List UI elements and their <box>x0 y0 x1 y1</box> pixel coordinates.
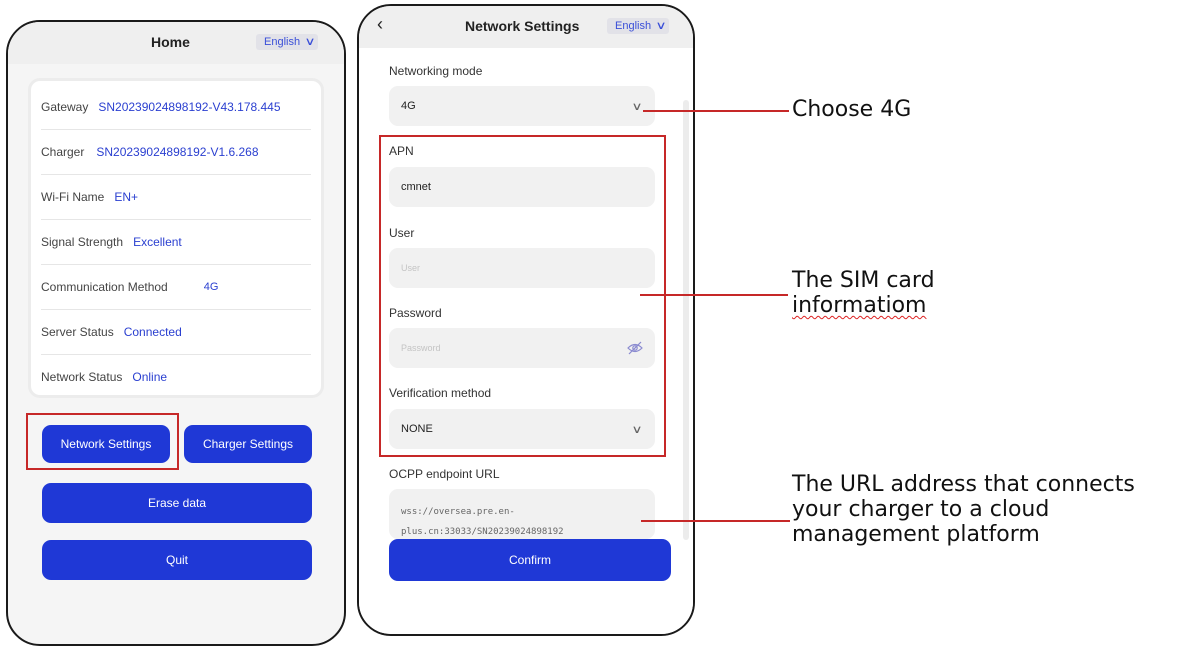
url-leader-line <box>641 520 790 522</box>
quit-button[interactable]: Quit <box>42 540 312 580</box>
info-row-signal: Signal Strength Excellent <box>41 220 311 265</box>
scrollbar[interactable] <box>683 100 689 540</box>
language-label: English <box>264 36 301 48</box>
device-info-card: Gateway SN20239024898192-V43.178.445 Cha… <box>28 78 324 398</box>
info-value: 4G <box>203 281 219 293</box>
info-row-charger: Charger SN20239024898192-V1.6.268 <box>41 130 311 175</box>
info-row-network: Network Status Online <box>41 355 311 399</box>
info-label: Wi-Fi Name <box>41 190 105 204</box>
sim-info-highlight <box>379 135 666 457</box>
sim-info-leader-line <box>640 294 788 296</box>
url-line1: The URL address that connects <box>792 472 1135 497</box>
ocpp-url-input[interactable]: wss://oversea.pre.en- plus.cn:33033/SN20… <box>389 489 655 539</box>
page-title: Home <box>151 34 190 50</box>
info-row-gateway: Gateway SN20239024898192-V43.178.445 <box>41 85 311 130</box>
ocpp-url-label: OCPP endpoint URL <box>389 467 500 481</box>
url-annotation: The URL address that connects your charg… <box>792 472 1135 547</box>
url-line2: your charger to a cloud <box>792 497 1050 522</box>
chevron-down-icon: ∨ <box>631 100 643 113</box>
info-row-wifi: Wi-Fi Name EN+ <box>41 175 311 220</box>
choose-4g-leader-line <box>643 110 789 112</box>
info-row-communication: Communication Method 4G <box>41 265 311 310</box>
info-label: Network Status <box>41 370 123 384</box>
url-line3: management platform <box>792 522 1040 547</box>
erase-data-button[interactable]: Erase data <box>42 483 312 523</box>
chevron-left-icon[interactable]: ‹ <box>377 14 383 35</box>
info-label: Charger <box>41 145 85 159</box>
sim-info-line2: informatiom <box>792 293 927 318</box>
info-label: Communication Method <box>41 280 168 294</box>
info-row-server: Server Status Connected <box>41 310 311 355</box>
info-value: Connected <box>123 325 182 339</box>
networking-mode-value: 4G <box>401 100 416 112</box>
info-value: SN20239024898192-V1.6.268 <box>96 145 259 159</box>
networking-mode-select[interactable]: 4G ∨ <box>389 86 655 126</box>
home-screen: Home English ∨ Gateway SN20239024898192-… <box>6 20 346 646</box>
info-label: Server Status <box>41 325 114 339</box>
chevron-down-icon: ∨ <box>304 36 316 48</box>
sim-info-line1: The SIM card <box>792 268 935 293</box>
language-selector[interactable]: English ∨ <box>256 34 319 50</box>
home-header: Home English ∨ <box>8 22 344 64</box>
network-settings-highlight <box>26 413 179 470</box>
info-value: Excellent <box>133 235 182 249</box>
language-label: English <box>615 20 652 32</box>
page-title: Network Settings <box>465 18 580 34</box>
network-header: ‹ Network Settings English ∨ <box>359 6 693 48</box>
networking-mode-label: Networking mode <box>389 64 483 78</box>
info-value: Online <box>132 370 168 384</box>
ocpp-url-line: wss://oversea.pre.en- <box>401 507 515 517</box>
chevron-down-icon: ∨ <box>655 20 667 32</box>
info-label: Signal Strength <box>41 235 124 249</box>
sim-info-annotation: The SIM card informatiom <box>792 268 935 318</box>
info-value: SN20239024898192-V43.178.445 <box>98 100 281 114</box>
confirm-button[interactable]: Confirm <box>389 539 671 581</box>
info-value: EN+ <box>114 190 139 204</box>
charger-settings-button[interactable]: Charger Settings <box>184 425 312 463</box>
info-label: Gateway <box>41 100 89 114</box>
language-selector[interactable]: English ∨ <box>607 18 670 34</box>
choose-4g-annotation: Choose 4G <box>792 97 912 122</box>
